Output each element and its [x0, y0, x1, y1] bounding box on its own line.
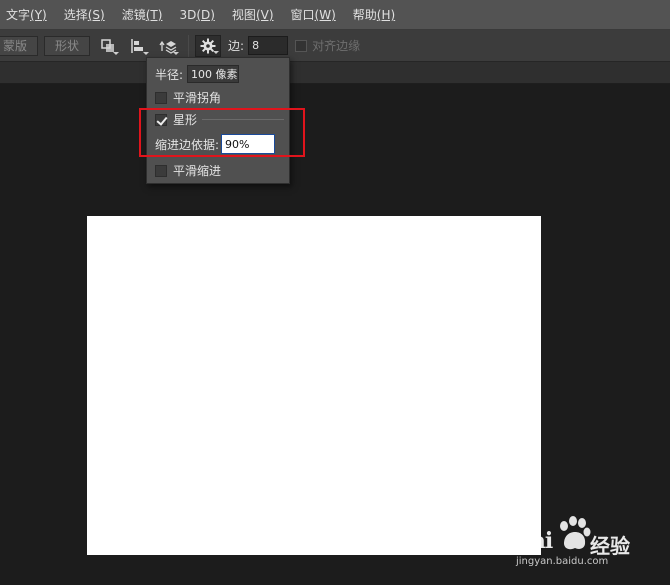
- document-tab-strip: [0, 62, 670, 84]
- smooth-indent-checkbox[interactable]: [155, 164, 167, 177]
- menu-select-key: (S): [87, 8, 105, 22]
- radius-row: 半径:: [155, 65, 240, 83]
- shape-button[interactable]: 形状: [44, 35, 91, 56]
- menu-filter-key: (T): [145, 8, 163, 22]
- smooth-corners-label: 平滑拐角: [173, 91, 222, 105]
- highlight-box: [139, 108, 305, 157]
- path-arrangement-icon[interactable]: [156, 35, 180, 57]
- baidu-watermark: Bai 经验 jingyan.baidu.com: [514, 514, 664, 572]
- align-edges-label: 对齐边缘: [312, 39, 361, 53]
- options-separator: [188, 34, 190, 57]
- menu-window-key: (W): [314, 8, 336, 22]
- path-operations-icon[interactable]: [96, 35, 120, 57]
- smooth-indent-row[interactable]: 平滑缩进: [155, 162, 221, 179]
- menu-3d-key: (D): [196, 7, 215, 22]
- document-canvas[interactable]: [87, 216, 541, 555]
- sides-input[interactable]: [248, 36, 289, 55]
- mask-button[interactable]: 蒙版: [0, 35, 39, 56]
- menu-view[interactable]: 视图(V): [226, 6, 280, 23]
- menu-3d[interactable]: 3D(D): [173, 8, 220, 22]
- menu-help-label: 帮助: [352, 8, 377, 22]
- menu-select-label: 选择: [63, 8, 88, 22]
- menu-type-label: 文字: [6, 8, 31, 22]
- smooth-corners-checkbox[interactable]: [155, 91, 167, 104]
- geometry-options-button[interactable]: [195, 34, 222, 57]
- menu-3d-label: 3D: [179, 7, 197, 22]
- menu-view-key: (V): [255, 8, 274, 22]
- menu-type-key: (Y): [30, 8, 47, 22]
- path-alignment-icon[interactable]: [126, 35, 150, 57]
- options-bar: 蒙版 形状 边: 对齐边缘: [0, 30, 670, 62]
- menu-window-label: 窗口: [290, 8, 315, 22]
- menu-help-key: (H): [376, 8, 396, 22]
- menu-help[interactable]: 帮助(H): [347, 6, 401, 23]
- radius-label: 半径:: [155, 67, 184, 82]
- smooth-corners-row[interactable]: 平滑拐角: [155, 89, 221, 106]
- align-edges-checkbox[interactable]: [295, 39, 308, 52]
- radius-input[interactable]: [187, 65, 240, 83]
- watermark-brand: Bai: [514, 528, 553, 554]
- menu-filter[interactable]: 滤镜(T): [116, 6, 169, 23]
- menu-window[interactable]: 窗口(W): [285, 6, 342, 23]
- smooth-indent-label: 平滑缩进: [173, 164, 222, 178]
- paw-icon: [560, 516, 591, 550]
- sides-label: 边:: [228, 39, 245, 53]
- watermark-url: jingyan.baidu.com: [516, 556, 609, 567]
- menu-filter-label: 滤镜: [121, 8, 146, 22]
- menu-bar: 文字(Y) 选择(S) 滤镜(T) 3D(D) 视图(V) 窗口(W) 帮助(H…: [0, 0, 670, 30]
- watermark-jingyan: 经验: [590, 534, 630, 558]
- menu-view-label: 视图: [231, 8, 256, 22]
- menu-select[interactable]: 选择(S): [58, 6, 111, 23]
- menu-type[interactable]: 文字(Y): [0, 6, 53, 23]
